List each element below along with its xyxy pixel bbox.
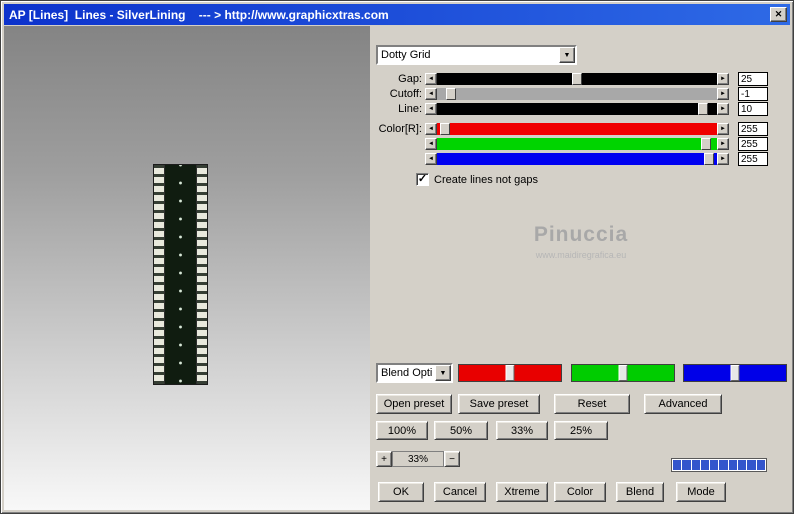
zoom-level-display: 33% — [392, 451, 444, 467]
close-icon: ✕ — [774, 9, 783, 19]
preview-area — [4, 26, 370, 510]
ok-button[interactable]: OK — [378, 482, 424, 502]
zoom-100-button[interactable]: 100% — [376, 421, 428, 440]
slider-track[interactable] — [437, 153, 717, 165]
slider-thumb[interactable] — [572, 73, 582, 85]
preset-dropdown-value: Dotty Grid — [381, 49, 431, 61]
progress-segment — [691, 460, 700, 470]
progress-segment — [728, 460, 738, 470]
slider-left-arrow[interactable]: ◄ — [425, 123, 437, 135]
slider-value-field[interactable]: 25 — [738, 72, 768, 86]
slider-label: Color[R]: — [378, 123, 422, 135]
blend-green-slider[interactable] — [571, 364, 675, 382]
zoom-in-button[interactable]: + — [376, 451, 392, 467]
progress-segment — [719, 460, 728, 470]
blend-red-slider-thumb[interactable] — [505, 365, 515, 381]
reset-button[interactable]: Reset — [554, 394, 630, 414]
zoom-50-button[interactable]: 50% — [434, 421, 488, 440]
slider-row-color-b: ◄ ► 255 — [373, 152, 768, 166]
blend-blue-slider[interactable] — [683, 364, 787, 382]
slider-row-gap: Gap: ◄ ► 25 — [373, 72, 768, 86]
slider-value-field[interactable]: 255 — [738, 152, 768, 166]
slider-left-arrow[interactable]: ◄ — [425, 138, 437, 150]
slider-track[interactable] — [437, 138, 717, 150]
check-icon: ✓ — [417, 173, 428, 185]
slider-thumb[interactable] — [703, 153, 714, 165]
slider-label: Cutoff: — [389, 88, 422, 100]
window-title: AP [Lines] Lines - SilverLining --- > ht… — [9, 7, 389, 22]
advanced-button[interactable]: Advanced — [644, 394, 722, 414]
progress-segment — [673, 460, 682, 470]
slider-right-arrow[interactable]: ► — [717, 103, 729, 115]
slider-row-line: Line: ◄ ► 10 — [373, 102, 768, 116]
slider-label: Gap: — [398, 73, 422, 85]
slider-value-field[interactable]: -1 — [738, 87, 768, 101]
open-preset-button[interactable]: Open preset — [376, 394, 452, 414]
checkbox-box[interactable]: ✓ — [416, 173, 429, 186]
progress-segment — [700, 460, 710, 470]
progress-bar — [671, 458, 767, 472]
progress-segment — [682, 460, 691, 470]
slider-right-arrow[interactable]: ► — [717, 153, 729, 165]
preset-dropdown[interactable]: Dotty Grid ▼ — [376, 45, 577, 65]
filmstrip-center — [164, 165, 197, 384]
blend-blue-slider-thumb[interactable] — [730, 365, 740, 381]
slider-left-arrow[interactable]: ◄ — [425, 73, 437, 85]
zoom-25-button[interactable]: 25% — [554, 421, 608, 440]
close-button[interactable]: ✕ — [770, 7, 787, 22]
zoom-33-button[interactable]: 33% — [496, 421, 548, 440]
titlebar[interactable]: AP [Lines] Lines - SilverLining --- > ht… — [4, 4, 790, 25]
slider-thumb[interactable] — [698, 103, 708, 115]
filmstrip-preview-image — [153, 164, 208, 385]
save-preset-button[interactable]: Save preset — [458, 394, 540, 414]
blend-green-slider-thumb[interactable] — [618, 365, 628, 381]
slider-track[interactable] — [437, 103, 717, 115]
slider-right-arrow[interactable]: ► — [717, 88, 729, 100]
slider-row-cutoff: Cutoff: ◄ ► -1 — [373, 87, 768, 101]
slider-track[interactable] — [437, 73, 717, 85]
mode-button[interactable]: Mode — [676, 482, 726, 502]
blend-dropdown-value: Blend Opti — [381, 367, 433, 379]
blend-red-slider[interactable] — [458, 364, 562, 382]
slider-left-arrow[interactable]: ◄ — [425, 88, 437, 100]
plugin-dialog-window: AP [Lines] Lines - SilverLining --- > ht… — [0, 0, 794, 514]
color-button[interactable]: Color — [554, 482, 606, 502]
slider-track[interactable] — [437, 123, 717, 135]
filmstrip-left-sprockets — [154, 165, 164, 384]
slider-thumb[interactable] — [440, 123, 451, 135]
slider-label: Line: — [398, 103, 422, 115]
slider-thumb[interactable] — [700, 138, 711, 150]
slider-track[interactable] — [437, 88, 717, 100]
zoom-out-button[interactable]: − — [444, 451, 460, 467]
chevron-down-icon[interactable]: ▼ — [435, 365, 451, 381]
slider-right-arrow[interactable]: ► — [717, 73, 729, 85]
filmstrip-right-sprockets — [197, 165, 207, 384]
slider-left-arrow[interactable]: ◄ — [425, 103, 437, 115]
progress-segment — [738, 460, 747, 470]
progress-segment — [710, 460, 719, 470]
slider-thumb[interactable] — [446, 88, 456, 100]
chevron-down-icon[interactable]: ▼ — [559, 47, 575, 63]
blend-button[interactable]: Blend — [616, 482, 664, 502]
xtreme-button[interactable]: Xtreme — [496, 482, 548, 502]
slider-row-color-r: Color[R]: ◄ ► 255 — [373, 122, 768, 136]
progress-segment — [756, 460, 765, 470]
create-lines-checkbox[interactable]: ✓ Create lines not gaps — [416, 173, 538, 186]
slider-row-color-g: ◄ ► 255 — [373, 137, 768, 151]
progress-segment — [747, 460, 756, 470]
cancel-button[interactable]: Cancel — [434, 482, 486, 502]
watermark-site: www.maidiregrafica.eu — [535, 250, 627, 260]
watermark: Pinuccia www.maidiregrafica.eu — [456, 223, 706, 260]
slider-left-arrow[interactable]: ◄ — [425, 153, 437, 165]
slider-value-field[interactable]: 255 — [738, 122, 768, 136]
slider-value-field[interactable]: 10 — [738, 102, 768, 116]
slider-right-arrow[interactable]: ► — [717, 138, 729, 150]
blend-options-dropdown[interactable]: Blend Opti ▼ — [376, 363, 453, 383]
slider-value-field[interactable]: 255 — [738, 137, 768, 151]
watermark-name: Pinuccia — [533, 223, 629, 246]
slider-right-arrow[interactable]: ► — [717, 123, 729, 135]
checkbox-label: Create lines not gaps — [434, 173, 538, 186]
